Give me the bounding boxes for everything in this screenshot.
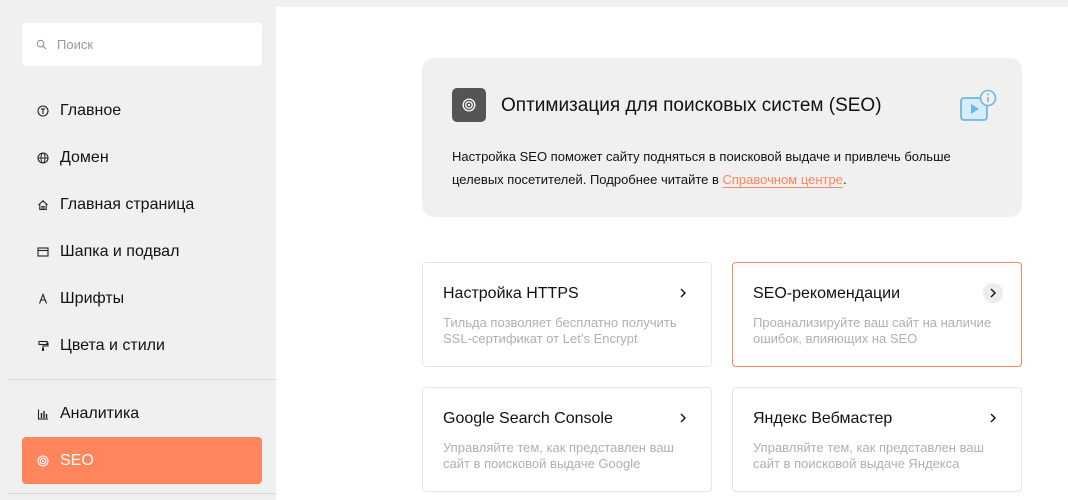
sidebar-divider	[7, 379, 276, 380]
card-description: Тильда позволяет бесплатно получить SSL-…	[443, 315, 677, 346]
card-description: Проанализируйте ваш сайт на наличие ошиб…	[753, 315, 992, 346]
sidebar-divider	[7, 493, 276, 494]
card-https-settings[interactable]: Настройка HTTPS Тильда позволяет бесплат…	[422, 262, 712, 367]
sidebar-item-label: SEO	[60, 451, 94, 469]
chevron-right-icon	[673, 408, 693, 428]
card-google-search-console[interactable]: Google Search Console Управляйте тем, ка…	[422, 387, 712, 492]
help-center-link[interactable]: Справочном центре	[723, 172, 843, 187]
page-title: Оптимизация для поисковых систем (SEO)	[501, 95, 882, 116]
search-box[interactable]	[22, 23, 262, 66]
sidebar-item-seo[interactable]: SEO	[22, 437, 262, 484]
sidebar-item-label: Аналитика	[60, 404, 140, 422]
bar-chart-icon	[37, 408, 49, 420]
seo-info-panel: Оптимизация для поисковых систем (SEO) Н…	[422, 58, 1022, 217]
globe-icon	[37, 151, 49, 164]
sidebar-item-label: Шрифты	[60, 289, 125, 307]
chevron-right-icon	[673, 283, 693, 303]
card-title: Яндекс Вебмастер	[753, 410, 893, 427]
search-icon	[36, 39, 47, 50]
info-circle-icon	[37, 104, 49, 117]
sidebar-item-label: Главное	[60, 101, 122, 119]
sidebar-item-main[interactable]: Главное	[22, 87, 262, 134]
card-title: Google Search Console	[443, 410, 613, 427]
card-description: Управляйте тем, как представлен ваш сайт…	[753, 440, 984, 471]
sidebar-item-fonts[interactable]: Шрифты	[22, 275, 262, 322]
target-icon	[37, 454, 49, 467]
video-info-icon[interactable]	[958, 89, 1000, 125]
target-icon	[452, 88, 486, 122]
main-content: Оптимизация для поисковых систем (SEO) Н…	[276, 7, 1068, 500]
card-description: Управляйте тем, как представлен ваш сайт…	[443, 440, 674, 471]
paint-roller-icon	[37, 340, 49, 352]
sidebar-item-label: Цвета и стили	[60, 336, 165, 354]
sidebar-item-analytics[interactable]: Аналитика	[22, 390, 262, 437]
home-icon	[37, 199, 49, 211]
card-title: Настройка HTTPS	[443, 285, 579, 302]
card-yandex-webmaster[interactable]: Яндекс Вебмастер Управляйте тем, как пре…	[732, 387, 1022, 492]
font-a-icon	[37, 292, 49, 305]
description-text: Настройка SEO поможет сайту подняться в …	[452, 149, 951, 187]
sidebar-item-colors-styles[interactable]: Цвета и стили	[22, 322, 262, 369]
sidebar-item-homepage[interactable]: Главная страница	[22, 181, 262, 228]
sidebar-item-domain[interactable]: Домен	[22, 134, 262, 181]
chevron-right-icon	[983, 283, 1003, 303]
search-input[interactable]	[57, 37, 237, 52]
sidebar-item-label: Домен	[60, 148, 109, 166]
sidebar: Главное Домен Главная страница Шапка и п…	[7, 7, 276, 500]
description-end: .	[842, 172, 847, 187]
sidebar-item-label: Главная страница	[60, 195, 195, 213]
card-seo-recommendations[interactable]: SEO-рекомендации Проанализируйте ваш сай…	[732, 262, 1022, 367]
chevron-right-icon	[983, 408, 1003, 428]
card-title: SEO-рекомендации	[753, 285, 900, 302]
sidebar-item-label: Шапка и подвал	[60, 242, 180, 260]
seo-description: Настройка SEO поможет сайту подняться в …	[452, 145, 992, 191]
window-icon	[37, 246, 49, 258]
sidebar-item-header-footer[interactable]: Шапка и подвал	[22, 228, 262, 275]
